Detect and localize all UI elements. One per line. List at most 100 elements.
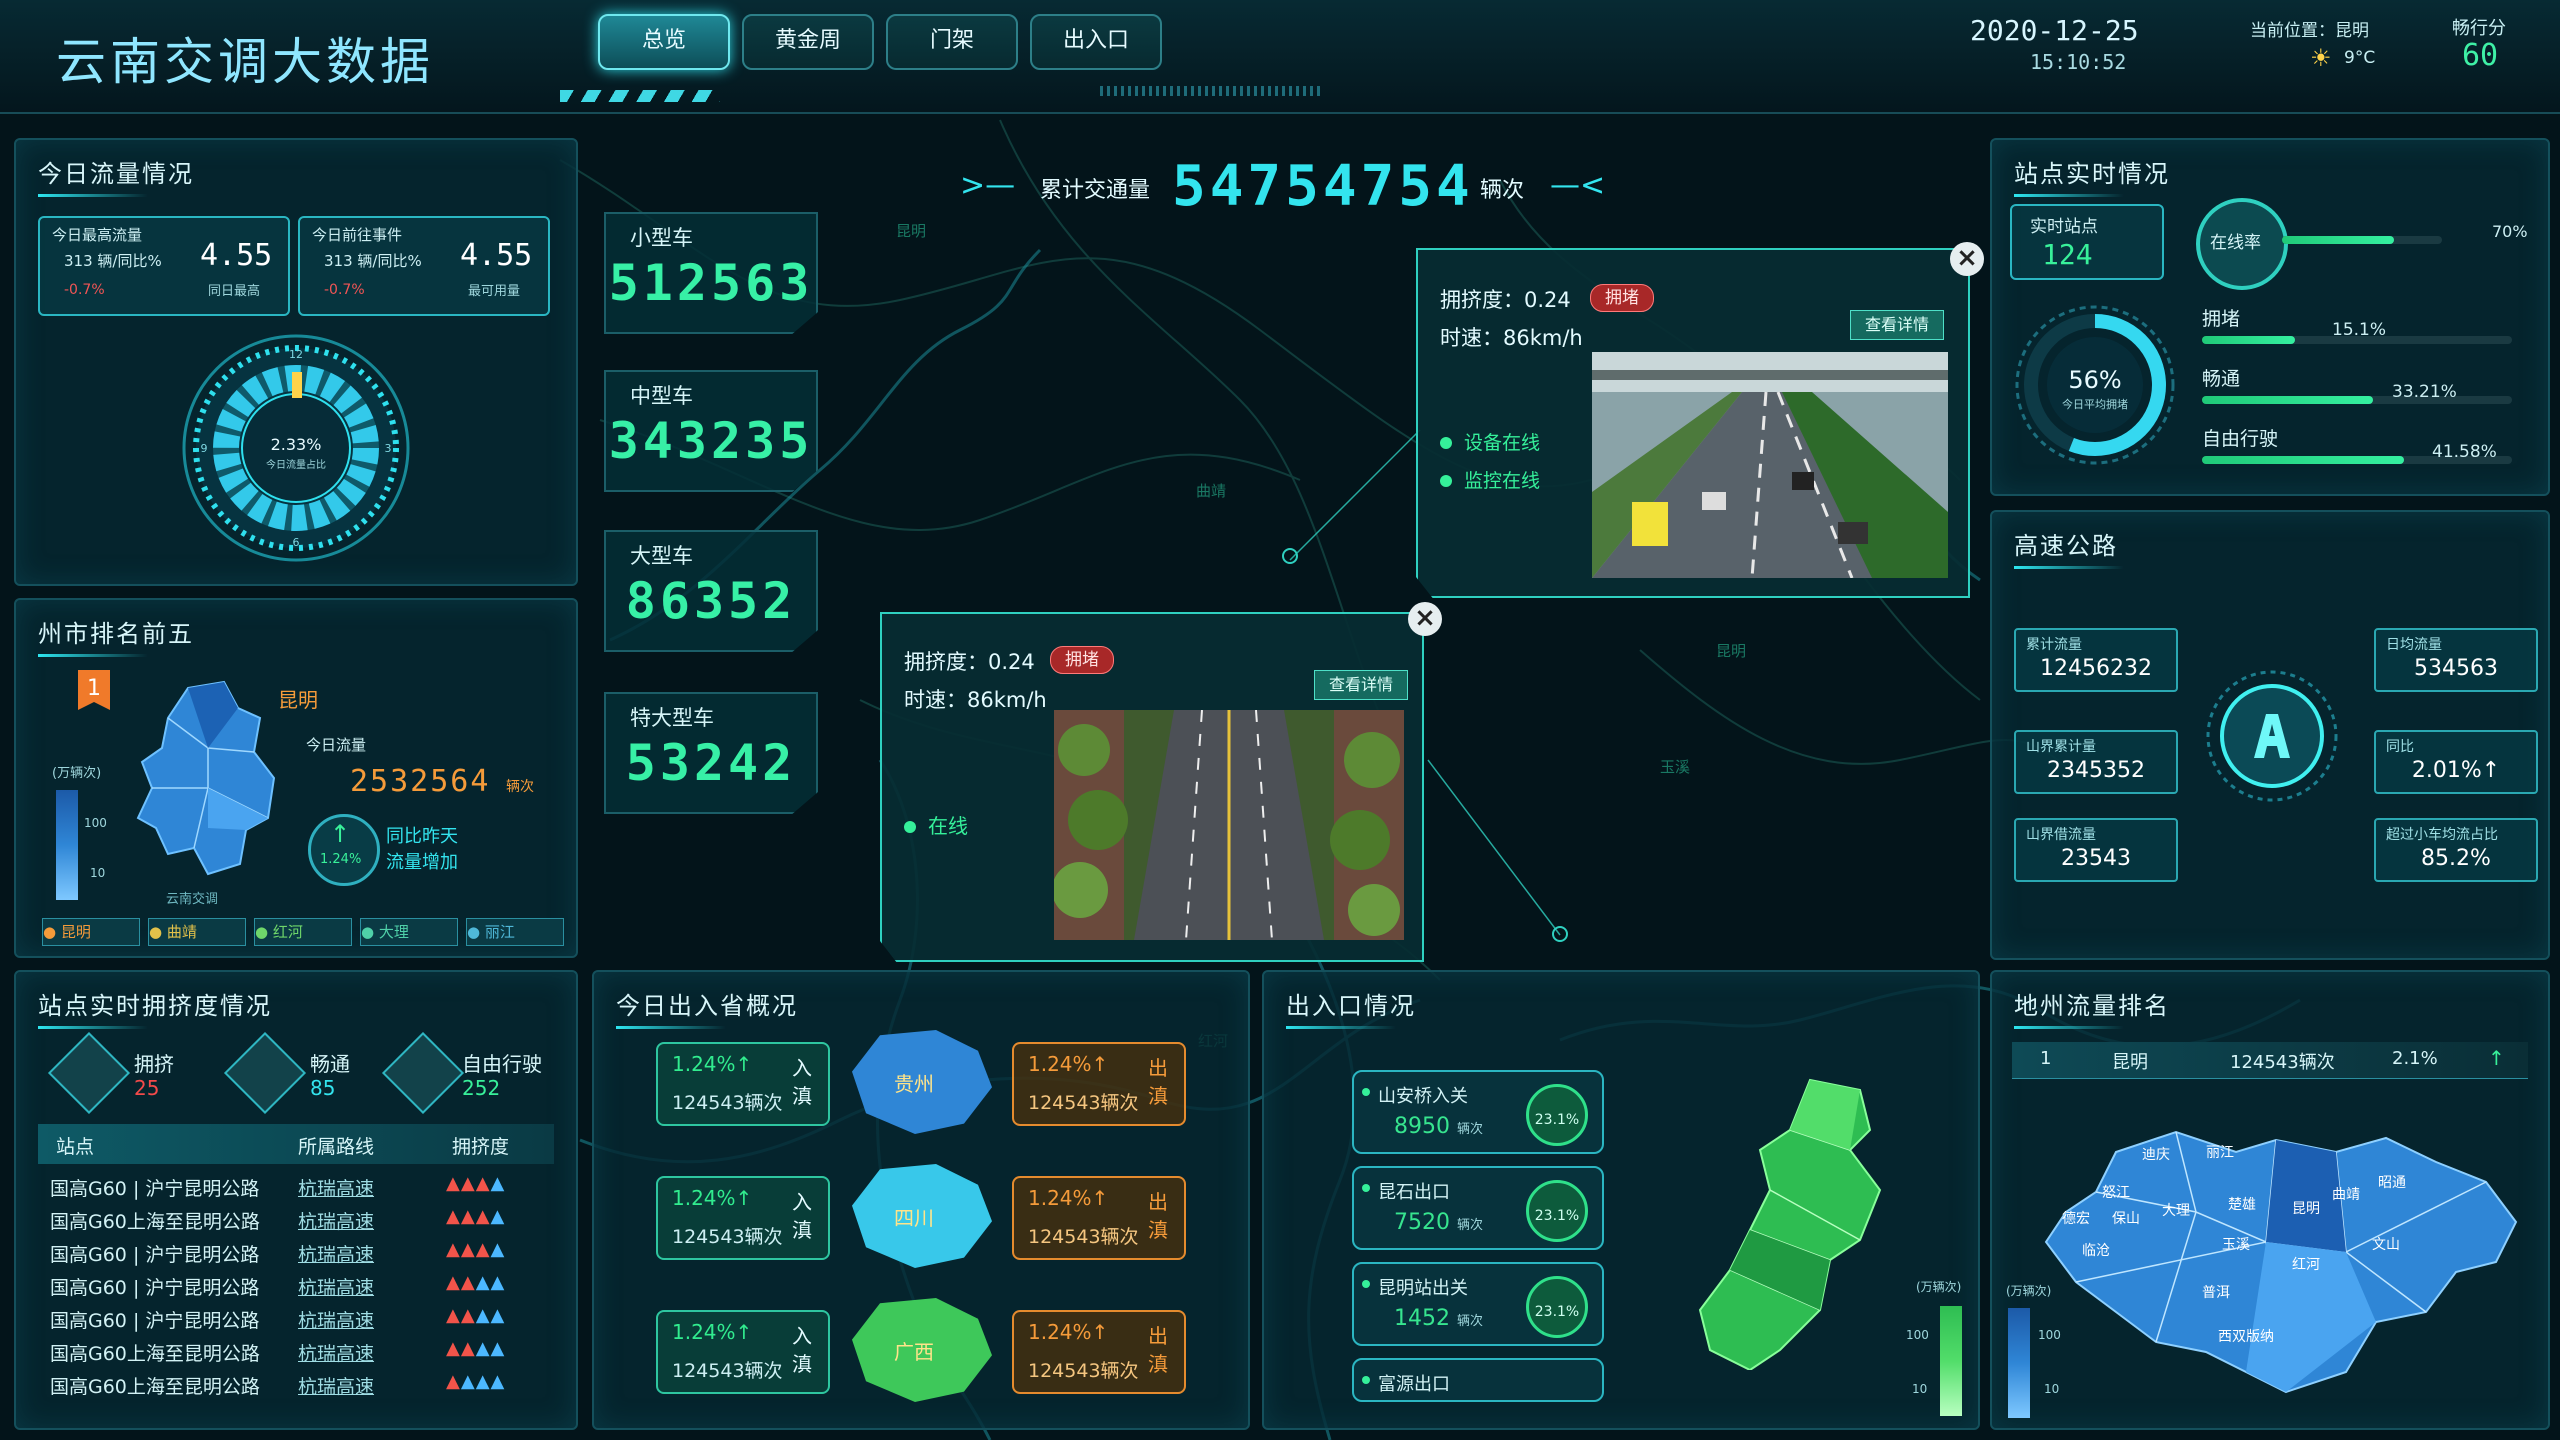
io-count: 124543辆次 (672, 1092, 783, 1114)
gate-item[interactable]: 昆明站出关 1452 辆次 23.1% (1352, 1262, 1604, 1346)
table-row-route[interactable]: 杭瑞高速 (298, 1339, 374, 1366)
legend-bottom: 云南交调 (166, 892, 219, 907)
flow-today-panel: 今日流量情况 今日最高流量 313 辆/同比% -0.7% 4.55 同日最高 … (14, 138, 578, 586)
map-label: 玉溪 (1660, 758, 1691, 776)
table-row-route[interactable]: 杭瑞高速 (298, 1174, 374, 1201)
panel-title: 州市排名前五 (38, 614, 194, 657)
hw-total: 累计流量 12456232 (2014, 628, 2178, 692)
total-right-arrow: —< (1550, 168, 1606, 203)
today-flow-value: 2532564 (350, 764, 491, 799)
table-row-route[interactable]: 杭瑞高速 (298, 1207, 374, 1234)
table-row-route[interactable]: 杭瑞高速 (298, 1372, 374, 1399)
score-label: 畅行分 (2452, 18, 2506, 39)
ring-value: 56% (2068, 366, 2121, 394)
highway-panel: 高速公路 累计流量 12456232 山界累计量 2345352 山界借流量 2354… (1990, 510, 2550, 960)
view-detail-button[interactable]: 查看详情 (1850, 310, 1945, 340)
close-icon[interactable]: × (1950, 242, 1984, 276)
table-row-site: 国高G60上海至昆明公路 (50, 1343, 260, 1365)
smooth-label: 畅通 (310, 1052, 350, 1076)
table-row-route[interactable]: 杭瑞高速 (298, 1306, 374, 1333)
legend-max: 100 (84, 816, 107, 830)
city-tab-label: 曲靖 (166, 923, 197, 941)
map-region-label: 曲靖 (2332, 1187, 2360, 1203)
io-direction: 入滇 (792, 1190, 812, 1242)
highway-camera-image (1592, 352, 1948, 578)
table-row-route[interactable]: 杭瑞高速 (298, 1273, 374, 1300)
io-percent: 1.24%↑ (672, 1052, 753, 1076)
io-percent: 1.24%↑ (1028, 1186, 1109, 1210)
map-region-label: 楚雄 (2228, 1197, 2256, 1213)
row-label: 自由行驶 (2202, 428, 2279, 450)
col-level: 拥挤度 (452, 1136, 510, 1158)
city-tab-5[interactable]: ● 丽江 (466, 918, 564, 946)
today-flow-label: 今日流量 (306, 736, 367, 754)
gate-item[interactable]: 山安桥入关 8950 辆次 23.1% (1352, 1070, 1604, 1154)
gate-name: 昆明站出关 (1378, 1278, 1468, 1299)
rank-count: 124543辆次 (2230, 1052, 2335, 1073)
tab-overview[interactable]: 总览 (598, 14, 730, 70)
table-row-site: 国高G60 | 沪宁昆明公路 (50, 1244, 260, 1266)
tab-gantry[interactable]: 门架 (886, 14, 1018, 70)
table-row-route[interactable]: 杭瑞高速 (298, 1240, 374, 1267)
online-pct: 70% (2492, 222, 2528, 241)
vehicle-count: 343235 (608, 412, 814, 470)
tab-entrance-exit[interactable]: 出入口 (1030, 14, 1162, 70)
map-label: 昆明 (1716, 642, 1747, 660)
gate-value: 8950 辆次 (1394, 1114, 1483, 1139)
io-percent: 1.24%↑ (1028, 1052, 1109, 1076)
legend-title: (万辆次) (52, 766, 102, 781)
hw-value: 534563 (2414, 656, 2498, 681)
card-value-label: 同日最高 (208, 284, 261, 299)
io-direction: 出滇 (1148, 1324, 1168, 1376)
free-label: 自由行驶 (462, 1052, 542, 1076)
row-label: 拥堵 (2202, 308, 2241, 330)
in-province-card: 1.24%↑ 124543辆次 入滇 (656, 1176, 830, 1260)
popup-speed: 时速：86km/h (1440, 326, 1583, 350)
flame-icon: ▲▲▲▲ (446, 1173, 506, 1194)
io-count: 124543辆次 (1028, 1360, 1139, 1382)
vehicle-label: 小型车 (630, 226, 693, 250)
status-device: 设备在线 (1440, 428, 1540, 455)
io-count: 124543辆次 (1028, 1226, 1139, 1248)
close-icon[interactable]: × (1408, 602, 1442, 636)
io-direction: 入滇 (792, 1056, 812, 1108)
table-row-site: 国高G60 | 沪宁昆明公路 (50, 1178, 260, 1200)
online-fill (2282, 236, 2394, 244)
legend-min: 10 (90, 866, 106, 880)
vehicle-label: 大型车 (630, 544, 693, 568)
panel-title: 站点实时拥挤度情况 (38, 986, 272, 1029)
vehicle-count: 512563 (608, 254, 814, 312)
gates-legend-gradient (1940, 1306, 1962, 1416)
status-text: 设备在线 (1464, 432, 1541, 454)
gates-legend-min: 10 (1912, 1382, 1928, 1396)
popup-speed: 时速：86km/h (904, 688, 1047, 712)
city-tab-1[interactable]: ● 昆明 (42, 918, 140, 946)
city-tab-3[interactable]: ● 红河 (254, 918, 352, 946)
gate-name: 山安桥入关 (1378, 1086, 1468, 1107)
hw-label: 山界借流量 (2026, 827, 2096, 843)
rank-city: 昆明 (2112, 1052, 2148, 1073)
panel-title: 高速公路 (2014, 526, 2124, 569)
gate-item[interactable]: 富源出口 (1352, 1358, 1604, 1402)
card-sub: -0.7% (64, 282, 105, 298)
gate-percent: 23.1% (1526, 1180, 1588, 1242)
card-stat: 313 辆/同比% (324, 252, 422, 270)
vehicle-label: 特大型车 (630, 706, 714, 730)
city-tab-4[interactable]: ● 大理 (360, 918, 458, 946)
region-map-green (1698, 1078, 1882, 1370)
tab-golden-week[interactable]: 黄金周 (742, 14, 874, 70)
change-text-2: 流量增加 (386, 852, 458, 873)
view-detail-button[interactable]: 查看详情 (1314, 670, 1409, 700)
gate-count: 8950 (1394, 1114, 1450, 1139)
hw-label: 累计流量 (2026, 637, 2082, 653)
panel-title: 出入口情况 (1286, 986, 1416, 1029)
gate-item[interactable]: 昆石出口 7520 辆次 23.1% (1352, 1166, 1604, 1250)
hw-value: 85.2% (2421, 846, 2491, 871)
gate-unit: 辆次 (1457, 1122, 1484, 1137)
map-region-label: 迪庆 (2142, 1147, 2170, 1163)
gauge-tick: 6 (293, 536, 300, 549)
city-tab-2[interactable]: ● 曲靖 (148, 918, 246, 946)
hw-value: 12456232 (2040, 656, 2152, 681)
hw-borrow: 山界借流量 23543 (2014, 818, 2178, 882)
province-label: 贵州 (894, 1072, 934, 1096)
